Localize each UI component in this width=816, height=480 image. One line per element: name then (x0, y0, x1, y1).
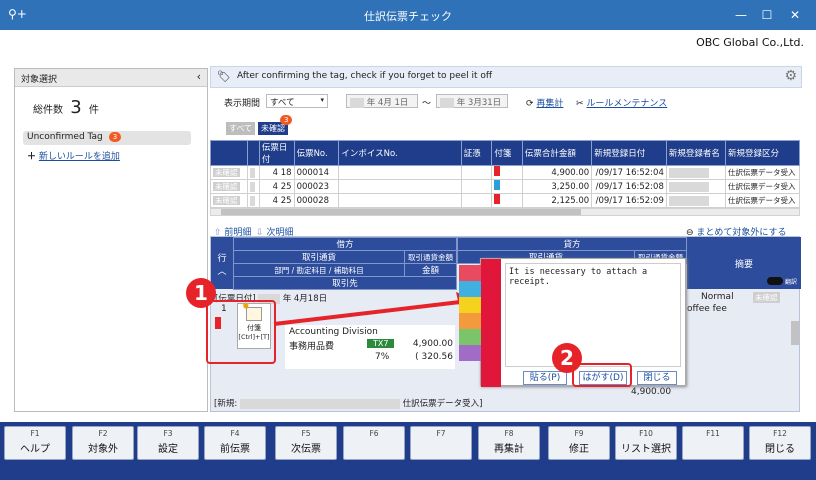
col-sticky[interactable]: 付箋 (491, 140, 523, 166)
maximize-button[interactable]: ☐ (753, 5, 781, 25)
recalc-link[interactable]: ⟳ 再集計 (526, 96, 563, 109)
col-select (246, 140, 260, 166)
f9-edit-button[interactable]: F9 修正 (548, 426, 610, 460)
minimize-button[interactable]: — (727, 5, 755, 25)
title-bar: ⚲+ 仕訳伝票チェック — ☐ ✕ (0, 0, 816, 30)
tag-info-icon: 🏷 (217, 70, 231, 83)
paste-button[interactable]: 貼る(P) (523, 371, 567, 385)
rule-maintenance-link[interactable]: ✂ ルールメンテナンス (576, 96, 667, 109)
col-reg-date[interactable]: 新規登録日付 (591, 140, 667, 166)
gear-icon[interactable]: ⚙ (784, 68, 797, 84)
footer-info: [新規: x 仕訳伝票データ受入] (214, 399, 483, 409)
from-date-field[interactable]: 00 年 4月 1日 (346, 94, 418, 108)
info-banner: 🏷 After confirming the tag, check if you… (210, 66, 802, 88)
col-evidence[interactable]: 証憑 (460, 140, 493, 166)
status-badge: 未確認 (213, 196, 240, 205)
color-palette (459, 265, 481, 377)
f4-prev-voucher-button[interactable]: F4 前伝票 (204, 426, 266, 460)
table-row[interactable]: 未確認 0 4 25 000028 2,125.00 /09/17 16:52:… (210, 193, 800, 208)
callout-2: 2 (552, 343, 582, 373)
memo-status-badge: 未確認 (753, 292, 780, 303)
col-reg-user[interactable]: 新規登録者名 (665, 140, 727, 166)
memo-header: 摘要 翻訳 (687, 237, 801, 289)
status-badge: 未確認 (213, 168, 240, 177)
highlight-sticky-button (206, 300, 276, 364)
table-row[interactable]: 未確認 0 4 25 000023 3,250.00 /09/17 16:52:… (210, 179, 800, 194)
period-label: 表示期間 (224, 99, 261, 109)
close-button[interactable]: ✕ (781, 5, 809, 25)
tax-rate: 7% (375, 352, 390, 362)
period-select[interactable]: すべて ▾ (266, 94, 328, 108)
f12-close-button[interactable]: F12 閉じる (749, 426, 811, 460)
chip-badge: 3 (280, 115, 293, 125)
table-row[interactable]: 未確認 0 4 18 000014 4,900.00 /09/17 16:52:… (210, 165, 800, 180)
memo-normal: Normal (701, 292, 734, 302)
tag-unconfirmed[interactable]: Unconfirmed Tag 3 (23, 131, 191, 145)
f10-list-select-button[interactable]: F10 リスト選択 (615, 426, 677, 460)
pane-header: 対象選択 ‹ (15, 69, 207, 87)
credit-amount: 4,900.00 (631, 387, 672, 397)
f6-button[interactable]: F6 (343, 426, 405, 460)
to-date-field[interactable]: 00 年 3月31日 (436, 94, 508, 108)
sticky-marker (491, 165, 523, 180)
tag-count-badge: 3 (108, 132, 122, 142)
pane-title: 対象選択 (21, 75, 58, 85)
debit-amount: 4,900.00 (412, 339, 453, 349)
refresh-icon: ⟳ (526, 99, 534, 109)
debit-detail: Accounting Division 事務用品費 TX7 4,900.00 7… (285, 325, 455, 369)
color-green[interactable] (459, 329, 481, 345)
translate-toggle[interactable] (767, 277, 783, 285)
f2-exclude-button[interactable]: F2 対象外 (72, 426, 134, 460)
col-no[interactable]: 伝票No. (293, 140, 340, 166)
callout-1: 1 (186, 278, 216, 308)
collapse-icon[interactable]: ‹ (197, 70, 201, 83)
voucher-grid: 伝票日付 伝票No. インボイスNo. 証憑 付箋 伝票合計金額 新規登録日付 … (210, 140, 800, 208)
scrollbar-thumb[interactable] (221, 209, 581, 215)
col-date[interactable]: 伝票日付 (258, 140, 295, 166)
total-count: 総件数 3 件 (33, 97, 99, 118)
company-name: OBC Global Co.,Ltd. (696, 36, 804, 49)
window-title: 仕訳伝票チェック (364, 10, 452, 23)
debit-header: 借方 取引通貨 取引通貨金額 部門 / 勘定科目 / 補助科目 金額 取引先 (233, 237, 457, 290)
color-blue[interactable] (459, 281, 481, 297)
add-rule-link[interactable]: ＋ 新しいルールを追加 (27, 149, 120, 162)
callout-arrow (273, 292, 476, 326)
f1-help-button[interactable]: F1 ヘルプ (4, 426, 66, 460)
note-color-strip (481, 259, 501, 387)
chevron-up-icon[interactable]: ︿ (211, 264, 233, 277)
row-label: 行 ︿ (211, 237, 233, 289)
tax-amount: ( 320.56 (415, 352, 453, 362)
f11-button[interactable]: F11 (682, 426, 744, 460)
sticky-marker (491, 179, 523, 194)
status-badge: 未確認 (213, 182, 240, 191)
f5-next-voucher-button[interactable]: F5 次伝票 (275, 426, 337, 460)
color-yellow[interactable] (459, 297, 481, 313)
note-textarea[interactable]: It is necessary to attach a receipt. (505, 263, 681, 367)
tools-icon: ✂ (576, 99, 584, 109)
f3-settings-button[interactable]: F3 設定 (137, 426, 199, 460)
account-name: 事務用品費 (289, 342, 335, 352)
plus-icon: ＋ (27, 152, 37, 162)
color-orange[interactable] (459, 313, 481, 329)
popup-close-button[interactable]: 閉じる (637, 371, 677, 385)
memo-text: offee fee (687, 304, 727, 314)
chip-all[interactable]: すべて (226, 122, 256, 135)
target-selection-pane: 対象選択 ‹ 総件数 3 件 Unconfirmed Tag 3 ＋ 新しいルール… (14, 68, 208, 412)
detail-scrollbar[interactable] (791, 321, 799, 345)
col-amount[interactable]: 伝票合計金額 (521, 140, 593, 166)
tax-code-badge: TX7 (367, 339, 395, 348)
color-purple[interactable] (459, 345, 481, 361)
f7-button[interactable]: F7 (410, 426, 472, 460)
col-status (210, 140, 248, 166)
sticky-marker (491, 193, 523, 208)
f8-recalc-button[interactable]: F8 再集計 (478, 426, 540, 460)
col-reg-kind[interactable]: 新規登録区分 (725, 140, 800, 166)
color-red[interactable] (459, 265, 481, 281)
highlight-peel-button (572, 363, 632, 387)
horizontal-scrollbar[interactable] (210, 208, 800, 216)
col-invoice[interactable]: インボイスNo. (338, 140, 462, 166)
chevron-down-icon: ▾ (320, 96, 324, 104)
function-key-bar: F1 ヘルプ F2 対象外 F3 設定 F4 前伝票 F5 次伝票 F6 F7 F8 再集計… (0, 422, 816, 480)
date-separator: ～ (422, 99, 432, 109)
